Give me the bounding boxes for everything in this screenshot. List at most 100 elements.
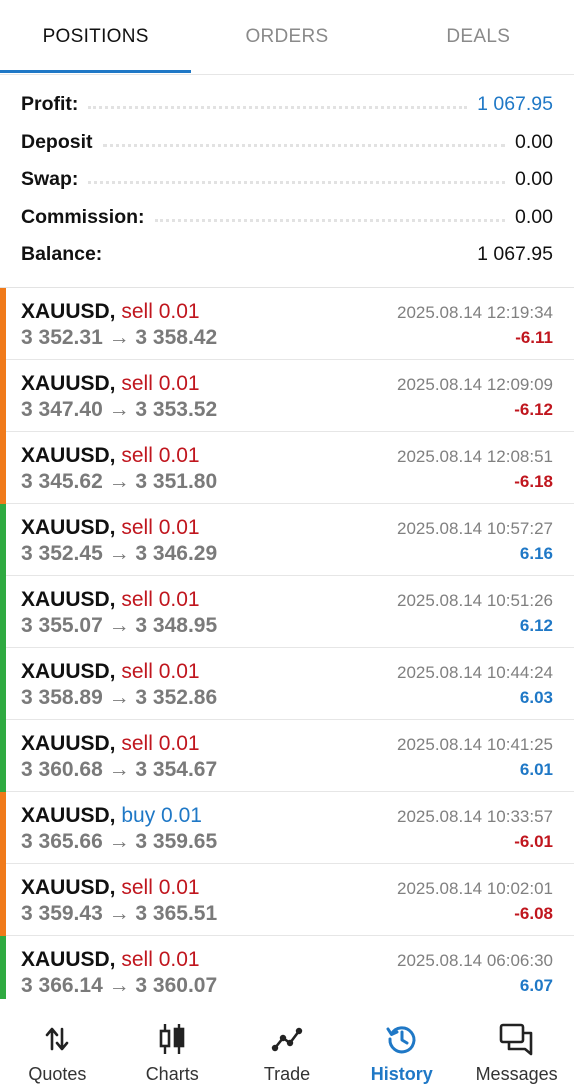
deal-side: sell 0.01	[121, 516, 200, 539]
deal-prices: 3 366.14 → 3 360.07	[21, 974, 218, 997]
tab-deals[interactable]: DEALS	[383, 0, 574, 74]
swap-label: Swap:	[21, 168, 79, 191]
balance-row: Balance: 1 067.95	[0, 236, 574, 274]
deal-prices: 3 345.62 → 3 351.80	[21, 470, 218, 493]
deal-time: 2025.08.14 12:08:51	[397, 447, 553, 466]
deal-prices: 3 355.07 → 3 348.95	[21, 614, 218, 637]
deal-result-bar	[0, 864, 6, 936]
deal-pnl: 6.03	[519, 688, 553, 707]
messages-icon	[498, 1021, 536, 1057]
nav-trade[interactable]: Trade	[230, 999, 345, 1091]
deal-title: XAUUSD, sell 0.01	[21, 732, 200, 756]
deal-prices: 3 358.89 → 3 352.86	[21, 686, 218, 709]
tab-positions[interactable]: POSITIONS	[0, 0, 191, 74]
deal-pnl: 6.16	[519, 544, 553, 563]
profit-label: Profit:	[21, 93, 79, 116]
deal-prices: 3 365.66 → 3 359.65	[21, 830, 218, 853]
deal-title: XAUUSD, sell 0.01	[21, 300, 200, 324]
quotes-icon	[42, 1021, 72, 1057]
deal-row[interactable]: XAUUSD, sell 0.01 3 347.40 → 3 353.52 20…	[0, 360, 574, 432]
deal-symbol: XAUUSD,	[21, 444, 116, 467]
swap-row: Swap: 0.00	[0, 161, 574, 199]
deal-side: sell 0.01	[121, 876, 200, 899]
deals-list: XAUUSD, sell 0.01 3 352.31 → 3 358.42 20…	[0, 287, 574, 1008]
deal-symbol: XAUUSD,	[21, 372, 116, 395]
deal-time: 2025.08.14 10:44:24	[397, 663, 553, 682]
deal-time: 2025.08.14 10:33:57	[397, 807, 553, 826]
trade-icon	[270, 1021, 304, 1057]
deposit-label: Deposit	[21, 130, 93, 153]
deal-row[interactable]: XAUUSD, sell 0.01 3 360.68 → 3 354.67 20…	[0, 720, 574, 792]
deal-time: 2025.08.14 10:02:01	[397, 879, 553, 898]
swap-value: 0.00	[515, 168, 553, 191]
nav-trade-label: Trade	[263, 1064, 311, 1084]
deal-result-bar	[0, 720, 6, 792]
nav-charts[interactable]: Charts	[115, 999, 230, 1091]
deal-row[interactable]: XAUUSD, sell 0.01 3 358.89 → 3 352.86 20…	[0, 648, 574, 720]
nav-quotes-label: Quotes	[28, 1064, 87, 1084]
deal-result-bar	[0, 288, 6, 360]
deal-pnl: 6.01	[519, 760, 553, 779]
deal-prices: 3 347.40 → 3 353.52	[21, 398, 218, 421]
commission-row: Commission: 0.00	[0, 199, 574, 237]
deposit-value: 0.00	[515, 130, 553, 153]
deal-symbol: XAUUSD,	[21, 660, 116, 683]
deal-row[interactable]: XAUUSD, sell 0.01 3 366.14 → 3 360.07 20…	[0, 936, 574, 1008]
deal-result-bar	[0, 360, 6, 432]
balance-value: 1 067.95	[477, 243, 553, 266]
deal-row[interactable]: XAUUSD, sell 0.01 3 355.07 → 3 348.95 20…	[0, 576, 574, 648]
deal-side: sell 0.01	[121, 372, 200, 395]
deal-pnl: 6.07	[519, 976, 553, 995]
commission-label: Commission:	[21, 205, 145, 228]
nav-quotes[interactable]: Quotes	[0, 999, 115, 1091]
charts-icon	[157, 1021, 187, 1057]
deal-pnl: -6.11	[515, 328, 553, 347]
deal-prices: 3 352.45 → 3 346.29	[21, 542, 218, 565]
deal-pnl: 6.12	[519, 616, 553, 635]
tab-orders[interactable]: ORDERS	[191, 0, 382, 74]
deal-title: XAUUSD, sell 0.01	[21, 588, 200, 612]
deal-row[interactable]: XAUUSD, buy 0.01 3 365.66 → 3 359.65 202…	[0, 792, 574, 864]
deal-title: XAUUSD, buy 0.01	[21, 804, 202, 828]
deposit-row: Deposit 0.00	[0, 124, 574, 162]
deal-result-bar	[0, 432, 6, 504]
deal-row[interactable]: XAUUSD, sell 0.01 3 352.45 → 3 346.29 20…	[0, 504, 574, 576]
nav-history-label: History	[370, 1064, 433, 1084]
history-icon	[385, 1021, 419, 1057]
active-tab-indicator	[0, 70, 191, 73]
nav-messages[interactable]: Messages	[459, 999, 574, 1091]
deal-time: 2025.08.14 10:51:26	[397, 591, 553, 610]
deal-side: sell 0.01	[121, 660, 200, 683]
deal-side: buy 0.01	[121, 804, 202, 827]
deal-result-bar	[0, 936, 6, 1008]
deal-side: sell 0.01	[121, 300, 200, 323]
deal-side: sell 0.01	[121, 948, 200, 971]
deal-pnl: -6.12	[514, 400, 553, 419]
deal-symbol: XAUUSD,	[21, 588, 116, 611]
deal-symbol: XAUUSD,	[21, 948, 116, 971]
deal-symbol: XAUUSD,	[21, 732, 116, 755]
deal-title: XAUUSD, sell 0.01	[21, 660, 200, 684]
dotted-leader	[88, 181, 506, 185]
deal-result-bar	[0, 648, 6, 720]
deal-row[interactable]: XAUUSD, sell 0.01 3 345.62 → 3 351.80 20…	[0, 432, 574, 504]
deal-row[interactable]: XAUUSD, sell 0.01 3 352.31 → 3 358.42 20…	[0, 288, 574, 360]
dotted-leader	[88, 106, 468, 110]
deal-pnl: -6.08	[514, 904, 553, 923]
deal-prices: 3 352.31 → 3 358.42	[21, 326, 218, 349]
deal-symbol: XAUUSD,	[21, 876, 116, 899]
nav-messages-label: Messages	[475, 1064, 558, 1084]
deal-time: 2025.08.14 06:06:30	[397, 951, 553, 970]
deal-side: sell 0.01	[121, 588, 200, 611]
profit-row: Profit: 1 067.95	[0, 86, 574, 124]
nav-charts-label: Charts	[145, 1064, 199, 1084]
deal-symbol: XAUUSD,	[21, 300, 116, 323]
deal-title: XAUUSD, sell 0.01	[21, 948, 200, 972]
deal-result-bar	[0, 576, 6, 648]
profit-value: 1 067.95	[477, 93, 553, 116]
nav-history[interactable]: History	[344, 999, 459, 1091]
deal-row[interactable]: XAUUSD, sell 0.01 3 359.43 → 3 365.51 20…	[0, 864, 574, 936]
balance-label: Balance:	[21, 243, 103, 266]
deal-time: 2025.08.14 12:19:34	[397, 303, 553, 322]
